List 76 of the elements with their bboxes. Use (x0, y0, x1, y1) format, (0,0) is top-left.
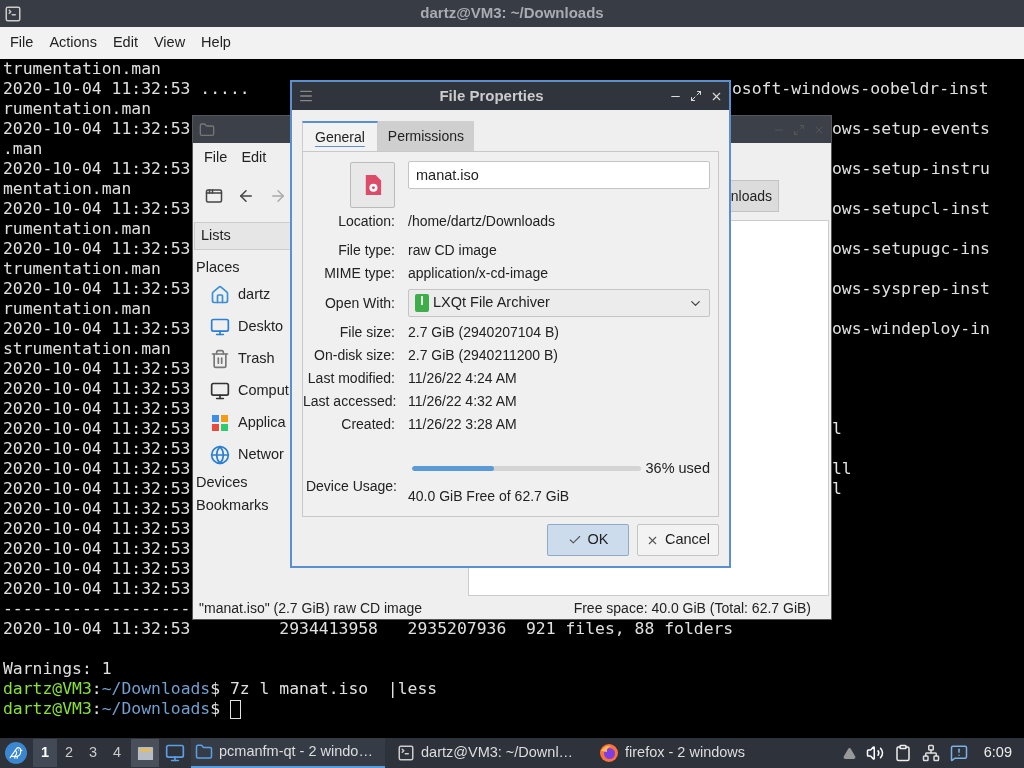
terminal-text: 2020-10-04 11:32:53 (3, 359, 191, 378)
prompt-text: ~/Downloads (101, 699, 211, 719)
terminal-text: 2020-10-04 11:32:53 (3, 539, 191, 558)
terminal-text: osoft-windows-oobeldr-inst (732, 79, 989, 99)
prompt-text: : (91, 699, 102, 719)
status-text: Free space: 40.0 GiB (Total: 62.7 GiB) (573, 598, 812, 618)
field-label: Created: (340, 415, 396, 434)
terminal-text: trumentation.man (3, 59, 161, 78)
field-label: Last accessed: (303, 392, 398, 411)
field-label: Device Usage: (304, 476, 398, 496)
terminal-text: 2020-10-04 11:32:53 (3, 119, 191, 138)
terminal-text: rumentation.man (3, 99, 152, 118)
terminal-text: rumentation.man (3, 219, 152, 238)
terminal-text: 2020-10-04 11:32:53 (3, 439, 191, 458)
field-value: 11/26/22 4:32 AM (408, 392, 517, 411)
terminal-text: ows-sysprep-inst (832, 279, 990, 299)
terminal-text: trumentation.man (3, 259, 161, 278)
field-label: On-disk size: (313, 346, 396, 365)
field-value: 11/26/22 3:28 AM (408, 415, 517, 434)
prompt-text: $ (210, 699, 222, 719)
dropdown-value: LXQt File Archiver (433, 293, 550, 313)
terminal-text: 2020-10-04 11:32:53 (3, 239, 191, 258)
terminal-text: 2020-10-04 11:32:53 2934413958 2935207936 921 files, 88 folders (3, 619, 734, 638)
terminal-text: mentation.man (3, 179, 132, 198)
terminal-text: 2020-10-04 11:32:53 (3, 579, 191, 598)
status-text: "manat.iso" (2.7 GiB) raw CD image (199, 598, 423, 618)
terminal-text: 2020-10-04 11:32:53 (3, 319, 191, 338)
terminal-text: 2020-10-04 11:32:53 (3, 459, 191, 478)
field-value: raw CD image (408, 241, 497, 260)
field-label: MIME type: (323, 264, 396, 283)
field-value: application/x-cd-image (408, 264, 549, 283)
terminal-text: 2020-10-04 11:32:53 (3, 419, 191, 438)
terminal-text: ------------------- (3, 599, 191, 618)
section-heading: Bookmarks (196, 495, 269, 515)
terminal-text: rumentation.man (3, 299, 152, 318)
terminal-text: 2020-10-04 11:32:53 ..... (3, 79, 250, 98)
terminal-text: Warnings: 1 (3, 659, 112, 678)
terminal-text: ows-setup-instru (832, 159, 990, 179)
terminal-text: ows-setupcl-inst (832, 199, 990, 219)
terminal-text: 2020-10-04 11:32:53 (3, 399, 191, 418)
terminal-text: ows-windeploy-in (832, 319, 990, 339)
terminal-text: ows-setupugc-ins (832, 239, 990, 259)
terminal-text: .man (3, 139, 43, 158)
field-label: Last modified: (306, 369, 396, 388)
field-label: Open With: (323, 293, 396, 313)
field-value: 2.7 GiB (2940211200 B) (408, 346, 558, 365)
terminal-text: strumentation.man (3, 339, 171, 358)
terminal-text: 2020-10-04 11:32:53 (3, 379, 191, 398)
terminal-text: 2020-10-04 11:32:53 (3, 499, 191, 518)
section-heading: Devices (196, 472, 248, 492)
field-value: /home/dartz/Downloads (408, 212, 556, 231)
usage-reading: 36% used (645, 459, 710, 478)
terminal-text: 2020-10-04 11:32:53 (3, 559, 191, 578)
field-label: Location: (337, 212, 396, 231)
terminal-text: 2020-10-04 11:32:53 (3, 519, 191, 538)
terminal-text: ll (832, 459, 852, 479)
prompt-text: ~/Downloads (101, 679, 211, 699)
prompt-text: dartz@VM3 (3, 679, 92, 699)
terminal-text: 2020-10-04 11:32:53 (3, 479, 191, 498)
window-title: File Properties (439, 85, 544, 106)
prompt-text: $ 7z l manat.iso |less (210, 679, 438, 699)
terminal-text: 2020-10-04 11:32:53 (3, 199, 191, 218)
prompt-text: : (91, 679, 102, 699)
section-heading: Places (196, 258, 240, 278)
terminal-text: 2020-10-04 11:32:53 (3, 279, 191, 298)
field-label: File type: (337, 241, 396, 260)
terminal-text: ows-setup-events (832, 119, 990, 139)
field-value: 11/26/22 4:24 AM (408, 369, 517, 388)
terminal-text: l (832, 419, 842, 439)
field-value: 2.7 GiB (2940207104 B) (408, 323, 559, 342)
free-space-text: 40.0 GiB Free of 62.7 GiB (408, 486, 571, 506)
field-label: File size: (338, 323, 396, 342)
prompt-text: dartz@VM3 (3, 699, 92, 719)
terminal-text: 2020-10-04 11:32:53 (3, 159, 191, 178)
terminal-text: l (832, 479, 842, 499)
window-title: dartz@VM3: ~/Downloads (420, 3, 604, 24)
